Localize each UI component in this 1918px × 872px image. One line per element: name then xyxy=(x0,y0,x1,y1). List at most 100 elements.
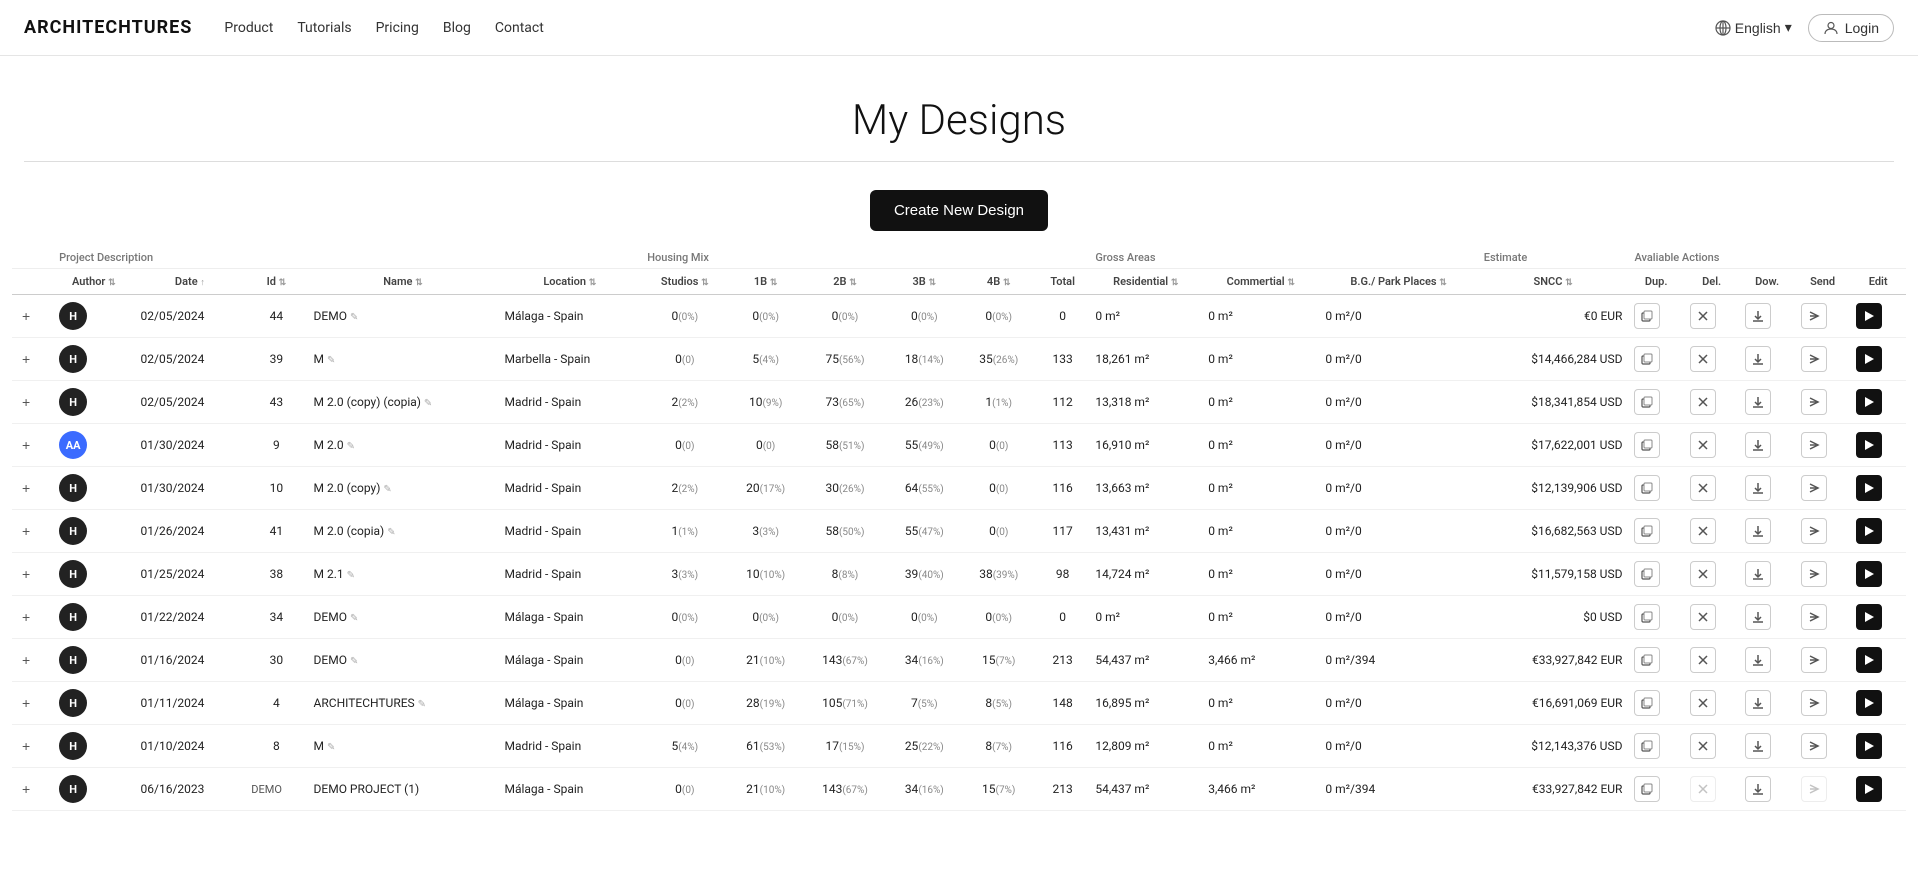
col-2b[interactable]: 2B ⇅ xyxy=(803,269,887,295)
create-new-design-button[interactable]: Create New Design xyxy=(870,190,1048,231)
col-id[interactable]: Id ⇅ xyxy=(245,269,307,295)
duplicate-button[interactable] xyxy=(1634,389,1660,415)
duplicate-button[interactable] xyxy=(1634,346,1660,372)
send-button[interactable] xyxy=(1801,389,1827,415)
expand-button[interactable]: + xyxy=(18,394,34,410)
play-button[interactable] xyxy=(1856,561,1882,587)
duplicate-button[interactable] xyxy=(1634,561,1660,587)
send-button[interactable] xyxy=(1801,733,1827,759)
edit-cell xyxy=(1850,295,1906,338)
nav-product[interactable]: Product xyxy=(224,20,273,36)
delete-button[interactable] xyxy=(1690,518,1716,544)
expand-button[interactable]: + xyxy=(18,566,34,582)
col-location[interactable]: Location ⇅ xyxy=(498,269,641,295)
login-button[interactable]: Login xyxy=(1808,14,1894,42)
send-button[interactable] xyxy=(1801,518,1827,544)
col-1b[interactable]: 1B ⇅ xyxy=(728,269,802,295)
send-button[interactable] xyxy=(1801,303,1827,329)
delete-button[interactable] xyxy=(1690,733,1716,759)
delete-button[interactable] xyxy=(1690,475,1716,501)
nav-blog[interactable]: Blog xyxy=(443,20,471,36)
delete-button[interactable] xyxy=(1690,647,1716,673)
expand-button[interactable]: + xyxy=(18,308,34,324)
download-button[interactable] xyxy=(1745,776,1771,802)
nav-tutorials[interactable]: Tutorials xyxy=(297,20,351,36)
delete-button[interactable] xyxy=(1690,303,1716,329)
download-button[interactable] xyxy=(1745,604,1771,630)
col-3b[interactable]: 3B ⇅ xyxy=(887,269,961,295)
play-button[interactable] xyxy=(1856,518,1882,544)
download-button[interactable] xyxy=(1745,432,1771,458)
expand-button[interactable]: + xyxy=(18,695,34,711)
download-button[interactable] xyxy=(1745,561,1771,587)
edit-cell xyxy=(1850,424,1906,467)
duplicate-button[interactable] xyxy=(1634,475,1660,501)
col-residential[interactable]: Residential ⇅ xyxy=(1089,269,1202,295)
play-button[interactable] xyxy=(1856,346,1882,372)
send-button[interactable] xyxy=(1801,346,1827,372)
duplicate-button[interactable] xyxy=(1634,518,1660,544)
download-button[interactable] xyxy=(1745,518,1771,544)
duplicate-button[interactable] xyxy=(1634,647,1660,673)
expand-button[interactable]: + xyxy=(18,523,34,539)
play-button[interactable] xyxy=(1856,647,1882,673)
download-button[interactable] xyxy=(1745,389,1771,415)
play-button[interactable] xyxy=(1856,690,1882,716)
play-button[interactable] xyxy=(1856,475,1882,501)
expand-button[interactable]: + xyxy=(18,437,34,453)
col-commercial[interactable]: Commertial ⇅ xyxy=(1202,269,1319,295)
send-button[interactable] xyxy=(1801,647,1827,673)
nav-contact[interactable]: Contact xyxy=(495,20,544,36)
delete-button[interactable] xyxy=(1690,346,1716,372)
send-button[interactable] xyxy=(1801,604,1827,630)
expand-button[interactable]: + xyxy=(18,738,34,754)
play-button[interactable] xyxy=(1856,432,1882,458)
play-button[interactable] xyxy=(1856,776,1882,802)
download-button[interactable] xyxy=(1745,690,1771,716)
send-button[interactable] xyxy=(1801,561,1827,587)
download-button[interactable] xyxy=(1745,733,1771,759)
duplicate-button[interactable] xyxy=(1634,604,1660,630)
housing-cell: 0(0%) xyxy=(641,596,728,639)
expand-button[interactable]: + xyxy=(18,351,34,367)
send-button[interactable] xyxy=(1801,432,1827,458)
col-name[interactable]: Name ⇅ xyxy=(308,269,499,295)
duplicate-button[interactable] xyxy=(1634,776,1660,802)
col-date[interactable]: Date ↑ xyxy=(135,269,246,295)
play-icon xyxy=(1863,353,1875,365)
expand-button[interactable]: + xyxy=(18,609,34,625)
send-button[interactable] xyxy=(1801,475,1827,501)
col-sncc[interactable]: SNCC ⇅ xyxy=(1478,269,1629,295)
download-button[interactable] xyxy=(1745,475,1771,501)
col-studios[interactable]: Studios ⇅ xyxy=(641,269,728,295)
location-cell: Madrid - Spain xyxy=(498,467,641,510)
expand-button[interactable]: + xyxy=(18,781,34,797)
residential-cell: 18,261 m² xyxy=(1089,338,1202,381)
play-button[interactable] xyxy=(1856,303,1882,329)
edit-cell xyxy=(1850,725,1906,768)
housing-sub: (26%) xyxy=(839,484,864,495)
nav-pricing[interactable]: Pricing xyxy=(376,20,419,36)
duplicate-button[interactable] xyxy=(1634,733,1660,759)
expand-button[interactable]: + xyxy=(18,652,34,668)
delete-button[interactable] xyxy=(1690,690,1716,716)
play-button[interactable] xyxy=(1856,604,1882,630)
download-button[interactable] xyxy=(1745,303,1771,329)
delete-button[interactable] xyxy=(1690,604,1716,630)
duplicate-button[interactable] xyxy=(1634,432,1660,458)
duplicate-button[interactable] xyxy=(1634,303,1660,329)
delete-button[interactable] xyxy=(1690,389,1716,415)
delete-button[interactable] xyxy=(1690,561,1716,587)
col-author[interactable]: Author ⇅ xyxy=(53,269,134,295)
language-button[interactable]: English ▾ xyxy=(1715,19,1792,36)
play-button[interactable] xyxy=(1856,389,1882,415)
expand-button[interactable]: + xyxy=(18,480,34,496)
play-button[interactable] xyxy=(1856,733,1882,759)
col-bgpp[interactable]: B.G./ Park Places ⇅ xyxy=(1319,269,1477,295)
delete-button[interactable] xyxy=(1690,432,1716,458)
download-button[interactable] xyxy=(1745,647,1771,673)
download-button[interactable] xyxy=(1745,346,1771,372)
send-button[interactable] xyxy=(1801,690,1827,716)
duplicate-button[interactable] xyxy=(1634,690,1660,716)
col-4b[interactable]: 4B ⇅ xyxy=(962,269,1036,295)
